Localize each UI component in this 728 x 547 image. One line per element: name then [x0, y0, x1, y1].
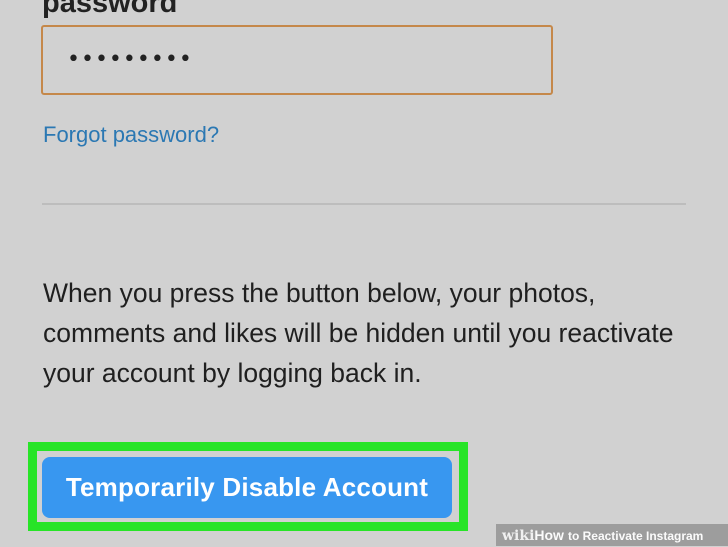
- disable-info-text: When you press the button below, your ph…: [43, 278, 674, 388]
- watermark-wiki: wiki: [502, 528, 535, 544]
- watermark-banner: wikiHow to Reactivate Instagram: [496, 524, 728, 546]
- password-label: password: [42, 0, 178, 19]
- watermark-how: How: [534, 527, 564, 543]
- temporarily-disable-account-button[interactable]: Temporarily Disable Account: [42, 457, 452, 518]
- forgot-password-link[interactable]: Forgot password?: [43, 122, 219, 148]
- watermark-title: to Reactivate Instagram: [567, 529, 704, 543]
- password-field[interactable]: [41, 25, 553, 95]
- section-divider: [42, 203, 686, 205]
